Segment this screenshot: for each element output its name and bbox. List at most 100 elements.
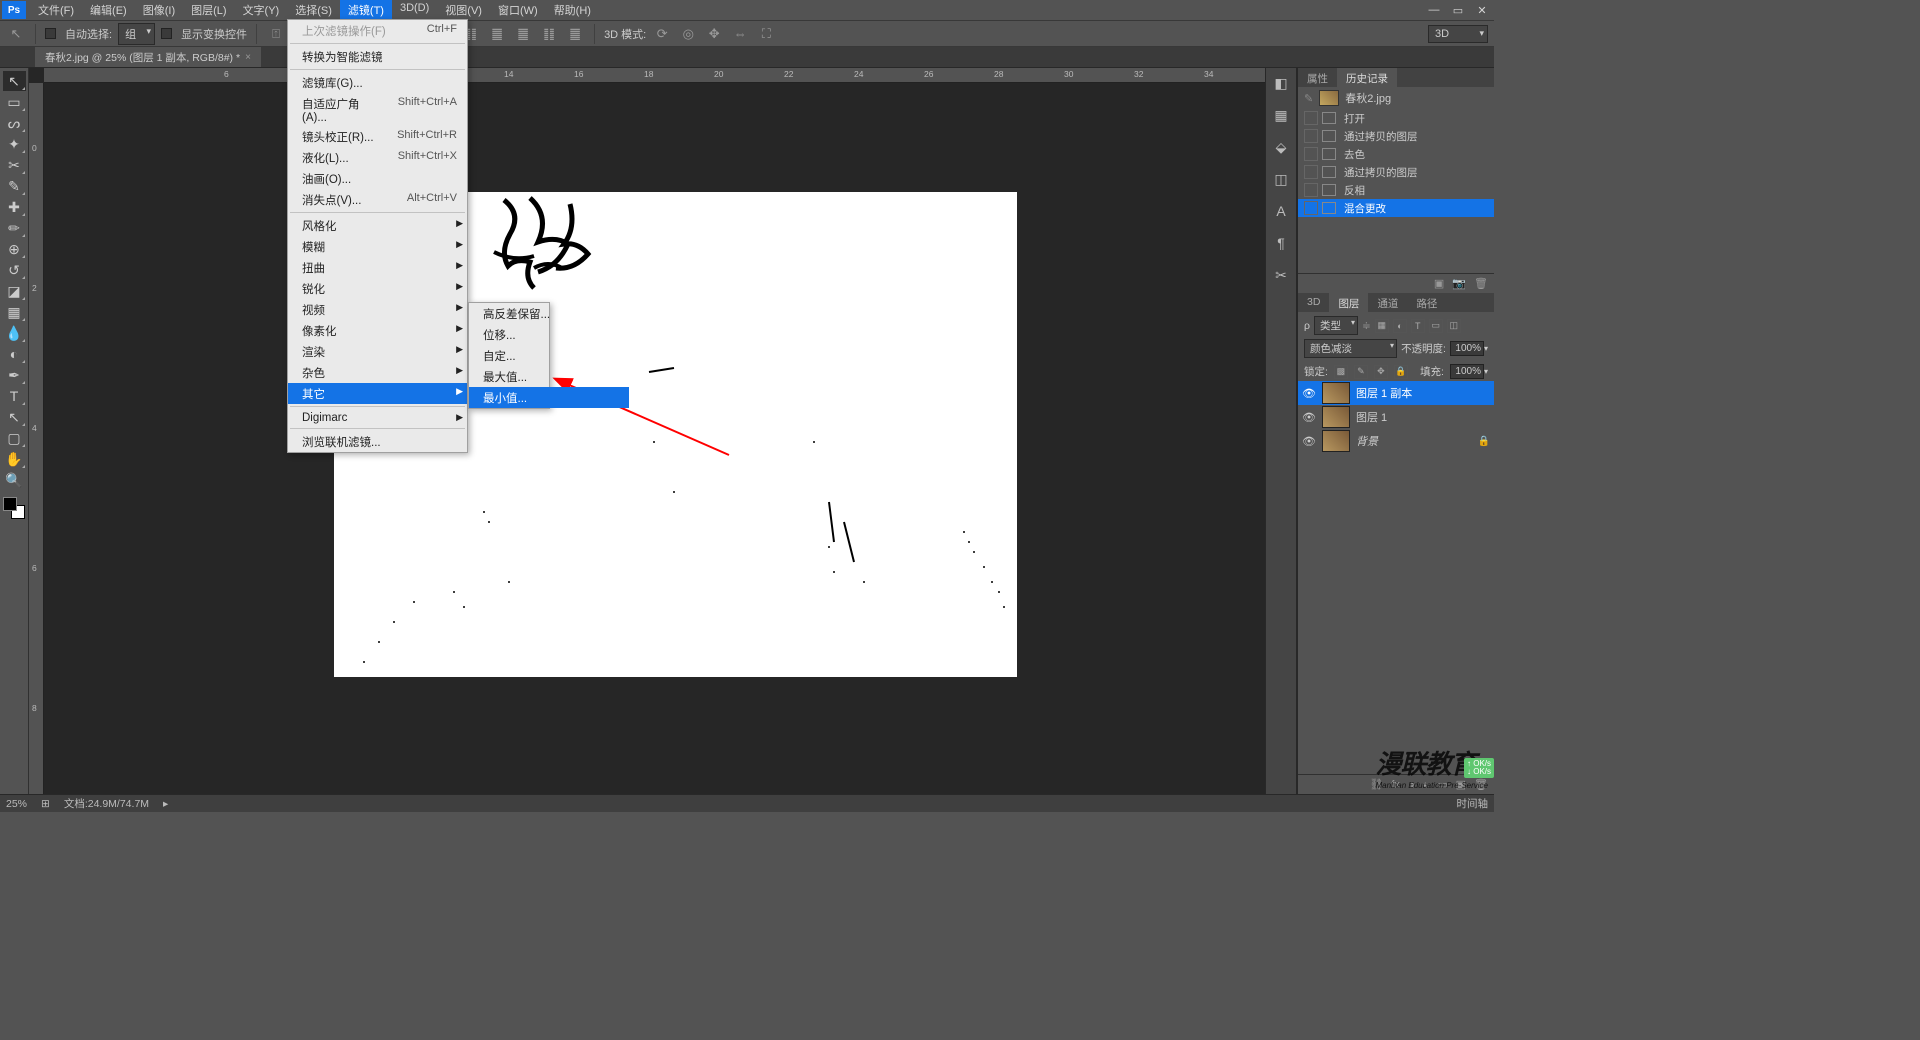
menu-视图[interactable]: 视图(V) [437,0,490,20]
snapshot-icon[interactable]: ▣ [1434,277,1444,290]
dodge-tool[interactable]: ◐ [3,344,26,364]
history-item[interactable]: 通过拷贝的图层 [1298,163,1494,181]
zoom-tool[interactable]: 🔍 [3,470,26,490]
layer-item[interactable]: 👁背景🔒 [1298,429,1494,453]
history-source-row[interactable]: ✎ 春秋2.jpg [1298,87,1494,109]
filter-menu-item[interactable]: 风格化▶ [288,215,467,236]
opacity-input[interactable] [1450,341,1484,356]
3d-pan-icon[interactable]: ✥ [704,24,724,44]
filter-menu-item[interactable]: 扭曲▶ [288,257,467,278]
eyedropper-tool[interactable]: ✎ [3,176,26,196]
filter-menu-item[interactable]: 渲染▶ [288,341,467,362]
hand-tool[interactable]: ✋ [3,449,26,469]
filter-smart-icon[interactable]: ◫ [1447,319,1461,333]
menu-滤镜[interactable]: 滤镜(T) [340,0,392,20]
document-tab[interactable]: 春秋2.jpg @ 25% (图层 1 副本, RGB/8#) * × [35,47,261,67]
submenu-item[interactable]: 最大值... [469,366,629,387]
tool-presets-icon[interactable]: ✂ [1270,264,1292,286]
adjustments-panel-icon[interactable]: ⬙ [1270,136,1292,158]
path-select-tool[interactable]: ↖ [3,407,26,427]
move-tool[interactable]: ↖ [3,71,26,91]
menu-3d[interactable]: 3D(D) [392,0,437,20]
filter-adjust-icon[interactable]: ◐ [1393,319,1407,333]
dist-bot-icon[interactable]: ䷀ [487,24,507,44]
lock-position-icon[interactable]: ✥ [1374,365,1388,379]
tab-properties[interactable]: 属性 [1298,68,1337,87]
tab-channels[interactable]: 通道 [1368,293,1407,312]
timeline-label[interactable]: 时间轴 [1457,796,1489,811]
visibility-icon[interactable]: 👁 [1302,434,1316,448]
brush-tool[interactable]: ✏ [3,218,26,238]
crop-tool[interactable]: ✂ [3,155,26,175]
menu-编辑[interactable]: 编辑(E) [82,0,135,20]
history-item[interactable]: 通过拷贝的图层 [1298,127,1494,145]
lock-transparent-icon[interactable]: ▩ [1334,365,1348,379]
submenu-item[interactable]: 高反差保留... [469,303,629,324]
filter-menu-item[interactable]: 滤镜库(G)... [288,72,467,93]
history-brush-tool[interactable]: ↺ [3,260,26,280]
3d-rotate-icon[interactable]: ⟳ [652,24,672,44]
history-item[interactable]: 反相 [1298,181,1494,199]
filter-menu-item[interactable]: 油画(O)... [288,168,467,189]
history-item[interactable]: 去色 [1298,145,1494,163]
filter-menu-item[interactable]: 液化(L)...Shift+Ctrl+X [288,147,467,168]
camera-icon[interactable]: 📷 [1452,277,1466,290]
show-transform-checkbox[interactable] [161,28,172,39]
chevron-right-icon[interactable]: ▸ [163,798,168,810]
character-panel-icon[interactable]: A [1270,200,1292,222]
tab-3d[interactable]: 3D [1298,293,1329,312]
history-item[interactable]: 混合更改 [1298,199,1494,217]
stamp-tool[interactable]: ⊕ [3,239,26,259]
pen-tool[interactable]: ✒ [3,365,26,385]
filter-menu-item[interactable]: 像素化▶ [288,320,467,341]
filter-menu-item[interactable]: 锐化▶ [288,278,467,299]
blend-mode-dropdown[interactable]: 颜色减淡 [1304,339,1397,358]
history-item[interactable]: 打开 [1298,109,1494,127]
filter-pixel-icon[interactable]: ▦ [1375,319,1389,333]
align-top-icon[interactable]: ⍐ [266,24,286,44]
filter-type-icon[interactable]: T [1411,319,1425,333]
3d-scale-icon[interactable]: ⛶ [756,24,776,44]
filter-menu-item[interactable]: 自适应广角(A)...Shift+Ctrl+A [288,93,467,126]
dist-hcenter-icon[interactable]: ䷁ [539,24,559,44]
3d-slide-icon[interactable]: ⇔ [730,24,750,44]
submenu-item[interactable]: 自定... [469,345,629,366]
zoom-level[interactable]: 25% [6,798,27,810]
menu-文件[interactable]: 文件(F) [30,0,82,20]
healing-brush-tool[interactable]: ✚ [3,197,26,217]
magic-wand-tool[interactable]: ✦ [3,134,26,154]
layer-item[interactable]: 👁图层 1 副本 [1298,381,1494,405]
filter-shape-icon[interactable]: ▭ [1429,319,1443,333]
auto-select-checkbox[interactable] [45,28,56,39]
close-icon[interactable]: × [245,52,251,63]
layer-kind-dropdown[interactable]: 类型 [1314,316,1358,335]
tab-paths[interactable]: 路径 [1407,293,1446,312]
filter-menu-item[interactable]: 杂色▶ [288,362,467,383]
visibility-icon[interactable]: 👁 [1302,386,1316,400]
filter-menu-item[interactable]: 模糊▶ [288,236,467,257]
tab-layers[interactable]: 图层 [1329,293,1368,312]
lock-all-icon[interactable]: 🔒 [1394,365,1408,379]
close-button[interactable]: ✕ [1470,1,1494,19]
styles-panel-icon[interactable]: ◫ [1270,168,1292,190]
filter-menu-item[interactable]: 浏览联机滤镜... [288,431,467,452]
menu-帮助[interactable]: 帮助(H) [546,0,599,20]
color-swatches[interactable] [3,497,25,519]
dist-left-icon[interactable]: ䷀ [513,24,533,44]
type-tool[interactable]: T [3,386,26,406]
filter-menu-item[interactable]: Digimarc▶ [288,409,467,426]
rectangle-tool[interactable]: ▢ [3,428,26,448]
visibility-icon[interactable]: 👁 [1302,410,1316,424]
submenu-item[interactable]: 位移... [469,324,629,345]
auto-select-dropdown[interactable]: 组 [118,23,155,45]
swatches-panel-icon[interactable]: ▦ [1270,104,1292,126]
foreground-color-swatch[interactable] [3,497,17,511]
rect-marquee-tool[interactable]: ▭ [3,92,26,112]
maximize-button[interactable]: ▭ [1446,1,1470,19]
menu-图像[interactable]: 图像(I) [135,0,183,20]
menu-选择[interactable]: 选择(S) [287,0,340,20]
color-panel-icon[interactable]: ◧ [1270,72,1292,94]
filter-menu-item[interactable]: 消失点(V)...Alt+Ctrl+V [288,189,467,210]
filter-menu-item[interactable]: 其它▶ [288,383,467,404]
filter-menu-item[interactable]: 视频▶ [288,299,467,320]
